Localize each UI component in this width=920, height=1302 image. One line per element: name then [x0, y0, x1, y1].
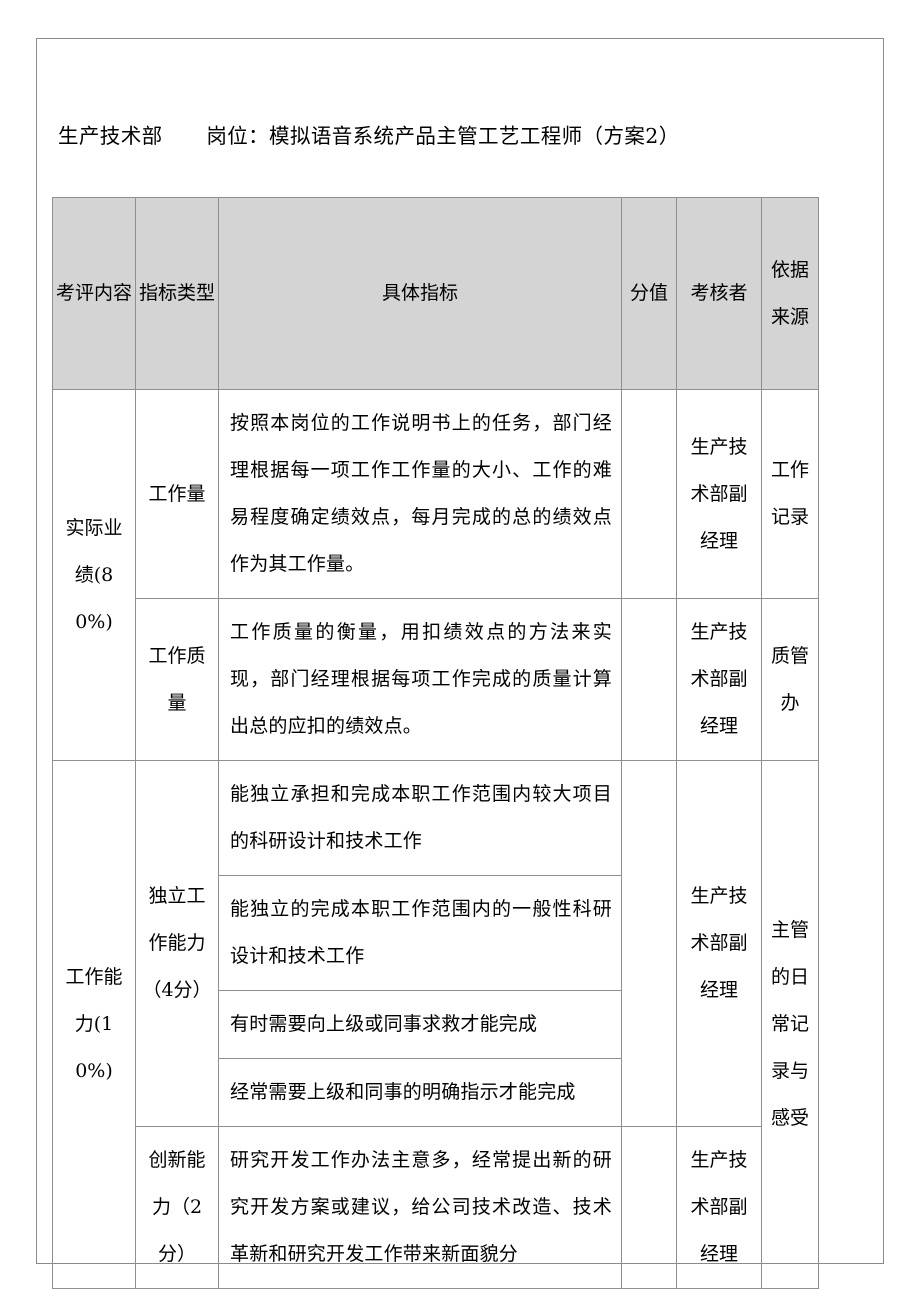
detail-cell-independent-2: 能独立的完成本职工作范围内的一般性科研设计和技术工作 — [218, 875, 622, 991]
header-label-rater: 考核者 — [690, 282, 748, 304]
source-label-ability: 主管的日常记录与感受 — [770, 919, 809, 1129]
score-value-workquality — [622, 670, 676, 690]
table-row: 工作能力(10%) 独立工作能力（4分） 能独立承担和完成本职工作范围内较大项目… — [52, 760, 819, 1289]
detail-text-innovation: 研究开发工作办法主意多，经常提出新的研究开发方案或建议，给公司技术改造、技术革新… — [230, 1149, 612, 1265]
table-header-row: 考评内容 指标类型 具体指标 分值 考核者 依据来源 — [52, 197, 819, 390]
score-value-innovation — [622, 1198, 676, 1218]
detail-text-independent-4: 经常需要上级和同事的明确指示才能完成 — [230, 1081, 576, 1103]
score-value-independent — [622, 934, 676, 954]
type-cell-innovation: 创新能力（2分） — [135, 1126, 219, 1289]
heading-department: 生产技术部 — [58, 124, 163, 148]
detail-text-independent-3: 有时需要向上级或同事求救才能完成 — [230, 1013, 538, 1035]
rater-cell-workquality: 生产技术部副经理 — [676, 598, 762, 761]
header-cell-content: 考评内容 — [52, 197, 136, 390]
type-label-workquality: 工作质量 — [148, 644, 206, 714]
rater-label-innovation: 生产技术部副经理 — [690, 1149, 748, 1265]
rater-label-workload: 生产技术部副经理 — [690, 435, 748, 552]
detail-text-independent-1: 能独立承担和完成本职工作范围内较大项目的科研设计和技术工作 — [230, 783, 612, 852]
rater-cell-innovation: 生产技术部副经理 — [676, 1126, 762, 1289]
score-cell-workquality[interactable] — [621, 598, 677, 761]
source-label-workquality: 质管办 — [770, 644, 809, 714]
detail-cell-independent-3: 有时需要向上级或同事求救才能完成 — [218, 990, 622, 1059]
content-label-performance: 实际业绩(80%) — [65, 516, 123, 633]
content-cell-performance: 实际业绩(80%) — [52, 389, 136, 761]
detail-cell-workload: 按照本岗位的工作说明书上的任务，部门经理根据每一项工作工作量的大小、工作的难易程… — [218, 389, 622, 599]
document-heading: 生产技术部 岗位：模拟语音系统产品主管工艺工程师（方案2） — [58, 124, 680, 149]
source-cell-workload: 工作记录 — [761, 389, 819, 599]
header-label-score: 分值 — [629, 282, 668, 304]
table-row: 工作质量 工作质量的衡量，用扣绩效点的方法来实现，部门经理根据每项工作完成的质量… — [53, 598, 819, 761]
rater-label-independent: 生产技术部副经理 — [690, 885, 748, 1001]
score-value-workload — [622, 484, 676, 504]
header-cell-rater: 考核者 — [676, 197, 762, 390]
rater-label-workquality: 生产技术部副经理 — [690, 621, 748, 737]
heading-position-label: 岗位： — [206, 124, 270, 148]
type-cell-workquality: 工作质量 — [135, 598, 219, 761]
header-label-source: 依据来源 — [770, 258, 809, 328]
score-cell-independent[interactable] — [621, 760, 677, 1127]
detail-cell-workquality: 工作质量的衡量，用扣绩效点的方法来实现，部门经理根据每项工作完成的质量计算出总的… — [218, 598, 622, 761]
evaluation-table: 考评内容 指标类型 具体指标 分值 考核者 依据来源 实际业绩(80%) 工作量… — [52, 197, 819, 1289]
rater-cell-workload: 生产技术部副经理 — [676, 389, 762, 599]
type-label-independent: 独立工作能力（4分） — [142, 885, 212, 1001]
header-label-detail: 具体指标 — [381, 282, 458, 304]
score-cell-innovation[interactable] — [621, 1126, 677, 1289]
source-cell-workquality: 质管办 — [761, 598, 819, 761]
detail-cell-innovation: 研究开发工作办法主意多，经常提出新的研究开发方案或建议，给公司技术改造、技术革新… — [218, 1126, 622, 1289]
detail-cell-independent-4: 经常需要上级和同事的明确指示才能完成 — [218, 1058, 622, 1127]
detail-text-independent-2: 能独立的完成本职工作范围内的一般性科研设计和技术工作 — [230, 898, 612, 967]
content-label-ability: 工作能力(10%) — [65, 966, 123, 1082]
source-cell-ability: 主管的日常记录与感受 — [761, 760, 819, 1289]
content-cell-ability: 工作能力(10%) — [52, 760, 136, 1289]
header-cell-type: 指标类型 — [135, 197, 219, 390]
type-label-workload: 工作量 — [148, 482, 206, 505]
score-cell-workload[interactable] — [621, 389, 677, 599]
header-cell-score: 分值 — [621, 197, 677, 390]
header-cell-source: 依据来源 — [761, 197, 819, 390]
header-label-content: 考评内容 — [55, 282, 132, 304]
type-label-innovation: 创新能力（2分） — [148, 1149, 206, 1265]
detail-text-workquality: 工作质量的衡量，用扣绩效点的方法来实现，部门经理根据每项工作完成的质量计算出总的… — [230, 621, 612, 737]
type-cell-independent: 独立工作能力（4分） — [135, 760, 219, 1127]
rater-cell-independent: 生产技术部副经理 — [676, 760, 762, 1127]
header-cell-detail: 具体指标 — [218, 197, 622, 390]
detail-text-workload: 按照本岗位的工作说明书上的任务，部门经理根据每一项工作工作量的大小、工作的难易程… — [230, 412, 612, 575]
source-label-workload: 工作记录 — [770, 459, 809, 528]
heading-position-value: 模拟语音系统产品主管工艺工程师（方案2） — [269, 124, 680, 148]
table-row: 创新能力（2分） 研究开发工作办法主意多，经常提出新的研究开发方案或建议，给公司… — [53, 1126, 819, 1289]
table-row: 实际业绩(80%) 工作量 按照本岗位的工作说明书上的任务，部门经理根据每一项工… — [52, 389, 819, 761]
type-cell-workload: 工作量 — [135, 389, 219, 599]
detail-cell-independent-1: 能独立承担和完成本职工作范围内较大项目的科研设计和技术工作 — [218, 760, 622, 876]
header-label-type: 指标类型 — [138, 282, 215, 304]
